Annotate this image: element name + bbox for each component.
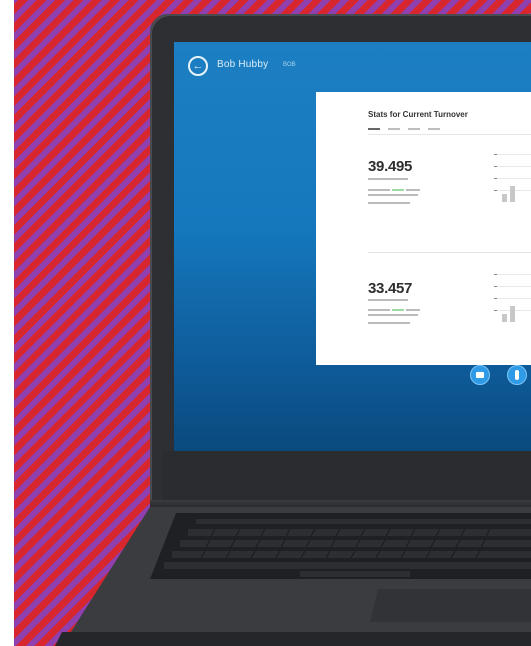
stat-desc-highlight (392, 189, 404, 191)
stat-caption-1 (368, 178, 408, 180)
stat-caption-2 (368, 299, 408, 301)
laptop-base (0, 507, 531, 646)
stat-links (368, 322, 410, 324)
mic-button[interactable] (507, 365, 527, 385)
photo-background: ← Bob Hubby BOB Stats for Current Turnov… (0, 0, 531, 646)
tab-overview[interactable] (368, 128, 380, 130)
tab-income[interactable] (388, 128, 400, 130)
chart-bar (502, 314, 507, 322)
stats-card: Stats for Current Turnover 39.495 33.457 (316, 92, 531, 365)
chart-bar (510, 186, 515, 202)
tab-outgoing[interactable] (408, 128, 420, 130)
user-name: Bob Hubby (217, 59, 269, 70)
video-button[interactable] (470, 365, 490, 385)
section-divider (368, 252, 531, 253)
stat-desc-line (368, 189, 390, 191)
laptop-screen: ← Bob Hubby BOB Stats for Current Turnov… (174, 42, 531, 451)
tab-users[interactable] (428, 128, 440, 130)
stat-desc-line (368, 309, 390, 311)
stat-desc-line (368, 314, 418, 316)
mini-chart-2 (494, 270, 531, 326)
stat-desc-highlight (392, 309, 404, 311)
stat-desc-line (406, 189, 420, 191)
stat-value-1: 39.495 (368, 158, 413, 175)
mini-chart-1 (494, 150, 531, 206)
microphone-icon (515, 370, 519, 380)
stat-links (368, 202, 410, 204)
stat-value-2: 33.457 (368, 280, 413, 297)
laptop-bezel-chin (162, 451, 531, 507)
back-arrow-icon[interactable]: ← (188, 56, 208, 76)
user-tag: BOB (283, 62, 296, 68)
tab-bar (368, 128, 531, 135)
keyboard-deck (55, 507, 531, 646)
touchpad (370, 589, 531, 622)
chart-bar (510, 306, 515, 322)
stat-desc-line (406, 309, 420, 311)
stat-desc-line (368, 194, 418, 196)
chart-bar (502, 194, 507, 202)
video-camera-icon (476, 372, 484, 378)
card-title: Stats for Current Turnover (368, 110, 468, 119)
